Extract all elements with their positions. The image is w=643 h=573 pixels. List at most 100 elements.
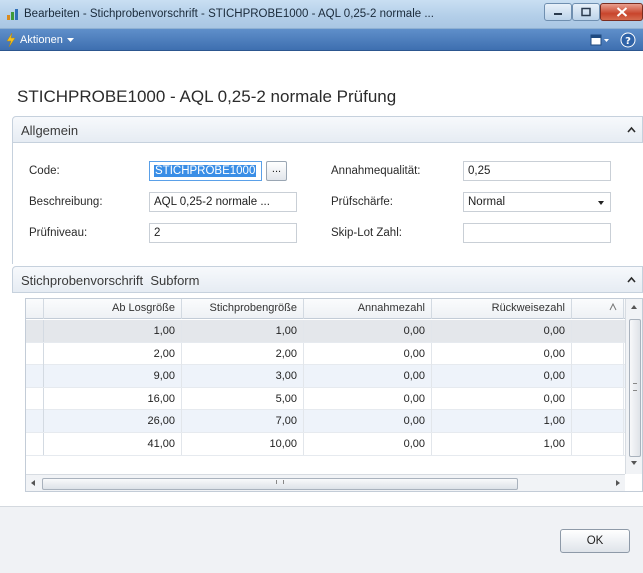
cell-extra[interactable]: [572, 342, 624, 365]
code-field[interactable]: STICHPROBE1000: [149, 161, 262, 181]
svg-text:?: ?: [625, 36, 631, 47]
row-selector[interactable]: [26, 410, 44, 433]
dropdown-arrow-icon: [598, 201, 604, 205]
close-button[interactable]: [600, 3, 643, 21]
scroll-left-icon[interactable]: [31, 480, 35, 486]
description-label: Beschreibung:: [29, 196, 103, 208]
scroll-grip-icon: [633, 383, 637, 391]
row-selector[interactable]: [26, 387, 44, 410]
chevron-down-icon: [66, 37, 74, 42]
row-selector[interactable]: [26, 320, 44, 342]
table-row[interactable]: 2,00 2,00 0,00 0,00: [26, 342, 642, 366]
cell-sample-size[interactable]: 5,00: [182, 387, 304, 410]
cell-extra[interactable]: [572, 320, 624, 342]
cell-rejection[interactable]: 1,00: [432, 433, 572, 455]
maximize-button[interactable]: [572, 3, 600, 21]
subform-fasttab-header[interactable]: Stichprobenvorschrift Subform: [12, 266, 643, 293]
inspection-level-field[interactable]: 2: [149, 223, 297, 243]
row-selector-header: [26, 299, 44, 319]
aql-field[interactable]: 0,25: [463, 161, 611, 181]
code-value: STICHPROBE1000: [154, 165, 257, 177]
cell-rejection[interactable]: 1,00: [432, 410, 572, 433]
actions-menu[interactable]: Aktionen: [6, 32, 74, 48]
description-field[interactable]: AQL 0,25-2 normale ...: [149, 192, 297, 212]
cell-extra[interactable]: [572, 410, 624, 433]
sampling-plan-grid: Ab Losgröße Stichprobengröße Annahmezahl…: [25, 298, 643, 492]
scroll-right-icon[interactable]: [616, 480, 620, 486]
ok-button[interactable]: OK: [560, 529, 630, 553]
column-header-rejection[interactable]: Rückweisezahl: [432, 299, 572, 319]
cell-lot-size[interactable]: 16,00: [44, 387, 182, 410]
cell-extra[interactable]: [572, 433, 624, 455]
lightning-icon: [6, 33, 16, 47]
cell-sample-size[interactable]: 10,00: [182, 433, 304, 455]
table-row[interactable]: 26,00 7,00 0,00 1,00: [26, 410, 642, 433]
cell-lot-size[interactable]: 9,00: [44, 365, 182, 388]
skip-lot-field[interactable]: [463, 223, 611, 243]
cell-extra[interactable]: [572, 365, 624, 388]
help-icon: ?: [620, 32, 636, 48]
code-label: Code:: [29, 165, 60, 177]
help-button[interactable]: ?: [620, 32, 636, 48]
cell-acceptance[interactable]: 0,00: [304, 410, 432, 433]
view-options-icon: [590, 34, 609, 46]
general-fasttab-header[interactable]: Allgemein: [12, 116, 643, 143]
cell-acceptance[interactable]: 0,00: [304, 387, 432, 410]
scroll-up-icon[interactable]: [631, 305, 637, 309]
column-menu-icon[interactable]: [609, 302, 617, 311]
dialog-footer: OK: [0, 506, 643, 573]
page-title: STICHPROBE1000 - AQL 0,25-2 normale Prüf…: [17, 87, 397, 106]
table-row[interactable]: 9,00 3,00 0,00 0,00: [26, 365, 642, 388]
row-selector[interactable]: [26, 365, 44, 388]
minimize-icon: [554, 13, 562, 15]
cell-sample-size[interactable]: 1,00: [182, 320, 304, 342]
window-titlebar: Bearbeiten - Stichprobenvorschrift - STI…: [0, 0, 643, 29]
cell-lot-size[interactable]: 1,00: [44, 320, 182, 342]
cell-acceptance[interactable]: 0,00: [304, 433, 432, 455]
code-assist-button[interactable]: ...: [266, 161, 287, 181]
severity-dropdown[interactable]: Normal: [463, 192, 611, 212]
view-options-button[interactable]: [590, 32, 610, 48]
cell-lot-size[interactable]: 2,00: [44, 342, 182, 365]
table-row[interactable]: 16,00 5,00 0,00 0,00: [26, 387, 642, 411]
severity-value: Normal: [468, 196, 506, 208]
minimize-button[interactable]: [544, 3, 572, 21]
cell-acceptance[interactable]: 0,00: [304, 365, 432, 388]
cell-rejection[interactable]: 0,00: [432, 387, 572, 410]
cell-acceptance[interactable]: 0,00: [304, 342, 432, 365]
scroll-grip-icon: [276, 480, 284, 484]
cell-acceptance[interactable]: 0,00: [304, 320, 432, 342]
inspection-level-label: Prüfniveau:: [29, 227, 88, 239]
aql-label: Annahmequalität:: [331, 165, 421, 177]
cell-sample-size[interactable]: 7,00: [182, 410, 304, 433]
row-selector[interactable]: [26, 342, 44, 365]
column-header-lot-size[interactable]: Ab Losgröße: [44, 299, 182, 319]
cell-rejection[interactable]: 0,00: [432, 320, 572, 342]
row-selector[interactable]: [26, 433, 44, 455]
column-header-sample-size[interactable]: Stichprobengröße: [182, 299, 304, 319]
scroll-down-icon[interactable]: [631, 461, 637, 465]
chevron-up-icon[interactable]: [627, 276, 636, 283]
window-title: Bearbeiten - Stichprobenvorschrift - STI…: [24, 8, 434, 20]
vertical-scrollbar[interactable]: [625, 299, 642, 474]
table-row[interactable]: 41,00 10,00 0,00 1,00: [26, 433, 642, 456]
cell-rejection[interactable]: 0,00: [432, 365, 572, 388]
horizontal-scrollbar[interactable]: [26, 474, 625, 491]
cell-lot-size[interactable]: 41,00: [44, 433, 182, 455]
subform-fasttab-title: Stichprobenvorschrift Subform: [21, 273, 200, 288]
grid-header-row: Ab Losgröße Stichprobengröße Annahmezahl…: [26, 299, 642, 319]
cell-sample-size[interactable]: 3,00: [182, 365, 304, 388]
cell-sample-size[interactable]: 2,00: [182, 342, 304, 365]
table-row[interactable]: 1,00 1,00 0,00 0,00: [26, 320, 642, 343]
cell-lot-size[interactable]: 26,00: [44, 410, 182, 433]
close-icon: [616, 7, 627, 17]
maximize-icon: [581, 7, 591, 17]
skip-lot-label: Skip-Lot Zahl:: [331, 227, 402, 239]
action-bar: Aktionen ?: [0, 29, 643, 51]
column-header-acceptance[interactable]: Annahmezahl: [304, 299, 432, 319]
cell-extra[interactable]: [572, 387, 624, 410]
cell-rejection[interactable]: 0,00: [432, 342, 572, 365]
chevron-up-icon[interactable]: [627, 126, 636, 133]
general-fasttab-title: Allgemein: [21, 123, 79, 138]
severity-label: Prüfschärfe:: [331, 196, 393, 208]
